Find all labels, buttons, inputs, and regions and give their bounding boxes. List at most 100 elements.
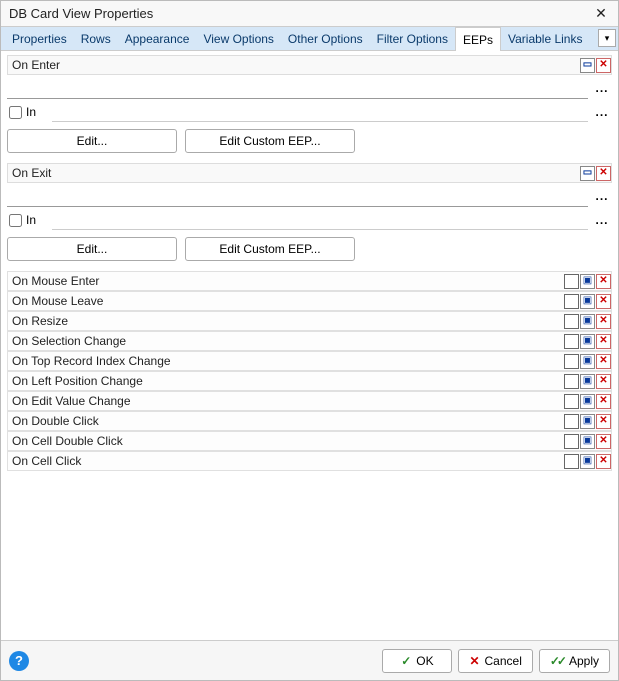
- event-row[interactable]: On Top Record Index Change ▣✕: [7, 351, 612, 371]
- on-exit-in-ellipsis-button[interactable]: ...: [592, 212, 612, 228]
- collapse-icon[interactable]: ▭: [580, 166, 595, 181]
- on-exit-ellipsis-button[interactable]: ...: [592, 188, 612, 204]
- event-row[interactable]: On Resize ▣✕: [7, 311, 612, 331]
- expand-icon[interactable]: ▣: [580, 394, 595, 409]
- on-exit-label: On Exit: [12, 166, 579, 180]
- checkbox-icon[interactable]: [564, 354, 579, 369]
- on-enter-in-ellipsis-button[interactable]: ...: [592, 104, 612, 120]
- expand-icon[interactable]: ▣: [580, 274, 595, 289]
- expand-icon[interactable]: ▣: [580, 294, 595, 309]
- tab-properties[interactable]: Properties: [5, 27, 74, 50]
- cancel-label: Cancel: [485, 654, 522, 668]
- clear-icon[interactable]: ✕: [596, 334, 611, 349]
- on-enter-label: On Enter: [12, 58, 579, 72]
- clear-icon[interactable]: ✕: [596, 354, 611, 369]
- on-exit-header: On Exit ▭ ✕: [7, 163, 612, 183]
- apply-label: Apply: [569, 654, 599, 668]
- on-exit-input[interactable]: [7, 185, 588, 207]
- help-icon[interactable]: ?: [9, 651, 29, 671]
- event-label: On Left Position Change: [12, 374, 563, 388]
- tab-eeps[interactable]: EEPs: [455, 27, 501, 51]
- checkbox-icon[interactable]: [564, 434, 579, 449]
- event-label: On Cell Double Click: [12, 434, 563, 448]
- events-list: On Mouse Enter▣✕On Mouse Leave▣✕On Resiz…: [7, 271, 612, 471]
- event-row[interactable]: On Cell Click ▣✕: [7, 451, 612, 471]
- event-label: On Resize: [12, 314, 563, 328]
- clear-icon[interactable]: ✕: [596, 434, 611, 449]
- ok-label: OK: [416, 654, 433, 668]
- check-icon: ✓: [401, 654, 411, 668]
- checkbox-icon[interactable]: [564, 274, 579, 289]
- clear-icon[interactable]: ✕: [596, 454, 611, 469]
- tab-view-options[interactable]: View Options: [196, 27, 280, 50]
- tab-overflow-dropdown[interactable]: ▾: [598, 29, 616, 47]
- clear-icon[interactable]: ✕: [596, 58, 611, 73]
- on-exit-edit-button[interactable]: Edit...: [7, 237, 177, 261]
- event-row[interactable]: On Double Click ▣✕: [7, 411, 612, 431]
- checkbox-icon[interactable]: [564, 374, 579, 389]
- expand-icon[interactable]: ▣: [580, 434, 595, 449]
- event-row[interactable]: On Mouse Leave ▣✕: [7, 291, 612, 311]
- expand-icon[interactable]: ▣: [580, 354, 595, 369]
- event-row[interactable]: On Selection Change ▣✕: [7, 331, 612, 351]
- double-check-icon: ✓✓: [550, 654, 564, 668]
- on-enter-in-input[interactable]: [52, 102, 588, 122]
- on-exit-in-input[interactable]: [52, 210, 588, 230]
- tab-appearance[interactable]: Appearance: [118, 27, 197, 50]
- on-enter-edit-custom-button[interactable]: Edit Custom EEP...: [185, 129, 355, 153]
- event-row[interactable]: On Left Position Change ▣✕: [7, 371, 612, 391]
- on-enter-in-checkbox[interactable]: [9, 106, 22, 119]
- checkbox-icon[interactable]: [564, 454, 579, 469]
- clear-icon[interactable]: ✕: [596, 166, 611, 181]
- clear-icon[interactable]: ✕: [596, 274, 611, 289]
- window-title: DB Card View Properties: [9, 6, 590, 21]
- checkbox-icon[interactable]: [564, 414, 579, 429]
- checkbox-icon[interactable]: [564, 314, 579, 329]
- event-label: On Selection Change: [12, 334, 563, 348]
- expand-icon[interactable]: ▣: [580, 334, 595, 349]
- tab-rows[interactable]: Rows: [74, 27, 118, 50]
- on-enter-ellipsis-button[interactable]: ...: [592, 80, 612, 96]
- tab-other-options[interactable]: Other Options: [281, 27, 370, 50]
- event-label: On Double Click: [12, 414, 563, 428]
- cancel-button[interactable]: ✕ Cancel: [458, 649, 532, 673]
- event-row[interactable]: On Cell Double Click ▣✕: [7, 431, 612, 451]
- titlebar: DB Card View Properties ✕: [1, 1, 618, 27]
- clear-icon[interactable]: ✕: [596, 294, 611, 309]
- event-label: On Mouse Enter: [12, 274, 563, 288]
- expand-icon[interactable]: ▣: [580, 454, 595, 469]
- clear-icon[interactable]: ✕: [596, 394, 611, 409]
- content-area: On Enter ▭ ✕ ... In ... Edit... Edit Cus…: [1, 51, 618, 471]
- event-label: On Edit Value Change: [12, 394, 563, 408]
- expand-icon[interactable]: ▣: [580, 374, 595, 389]
- on-exit-edit-custom-button[interactable]: Edit Custom EEP...: [185, 237, 355, 261]
- event-row[interactable]: On Edit Value Change ▣✕: [7, 391, 612, 411]
- on-enter-input[interactable]: [7, 77, 588, 99]
- footer: ? ✓ OK ✕ Cancel ✓✓ Apply: [1, 640, 618, 680]
- event-label: On Mouse Leave: [12, 294, 563, 308]
- expand-icon[interactable]: ▣: [580, 314, 595, 329]
- on-enter-header: On Enter ▭ ✕: [7, 55, 612, 75]
- on-enter-in-label: In: [26, 105, 48, 119]
- apply-button[interactable]: ✓✓ Apply: [539, 649, 610, 673]
- tab-bar: Properties Rows Appearance View Options …: [1, 27, 618, 51]
- clear-icon[interactable]: ✕: [596, 414, 611, 429]
- on-exit-in-label: In: [26, 213, 48, 227]
- collapse-icon[interactable]: ▭: [580, 58, 595, 73]
- on-enter-edit-button[interactable]: Edit...: [7, 129, 177, 153]
- event-label: On Cell Click: [12, 454, 563, 468]
- on-exit-in-checkbox[interactable]: [9, 214, 22, 227]
- clear-icon[interactable]: ✕: [596, 374, 611, 389]
- checkbox-icon[interactable]: [564, 294, 579, 309]
- clear-icon[interactable]: ✕: [596, 314, 611, 329]
- expand-icon[interactable]: ▣: [580, 414, 595, 429]
- checkbox-icon[interactable]: [564, 334, 579, 349]
- ok-button[interactable]: ✓ OK: [382, 649, 452, 673]
- x-icon: ✕: [469, 654, 479, 668]
- event-label: On Top Record Index Change: [12, 354, 563, 368]
- tab-filter-options[interactable]: Filter Options: [370, 27, 455, 50]
- event-row[interactable]: On Mouse Enter ▣✕: [7, 271, 612, 291]
- close-icon[interactable]: ✕: [590, 3, 612, 25]
- tab-variable-links[interactable]: Variable Links: [501, 27, 589, 50]
- checkbox-icon[interactable]: [564, 394, 579, 409]
